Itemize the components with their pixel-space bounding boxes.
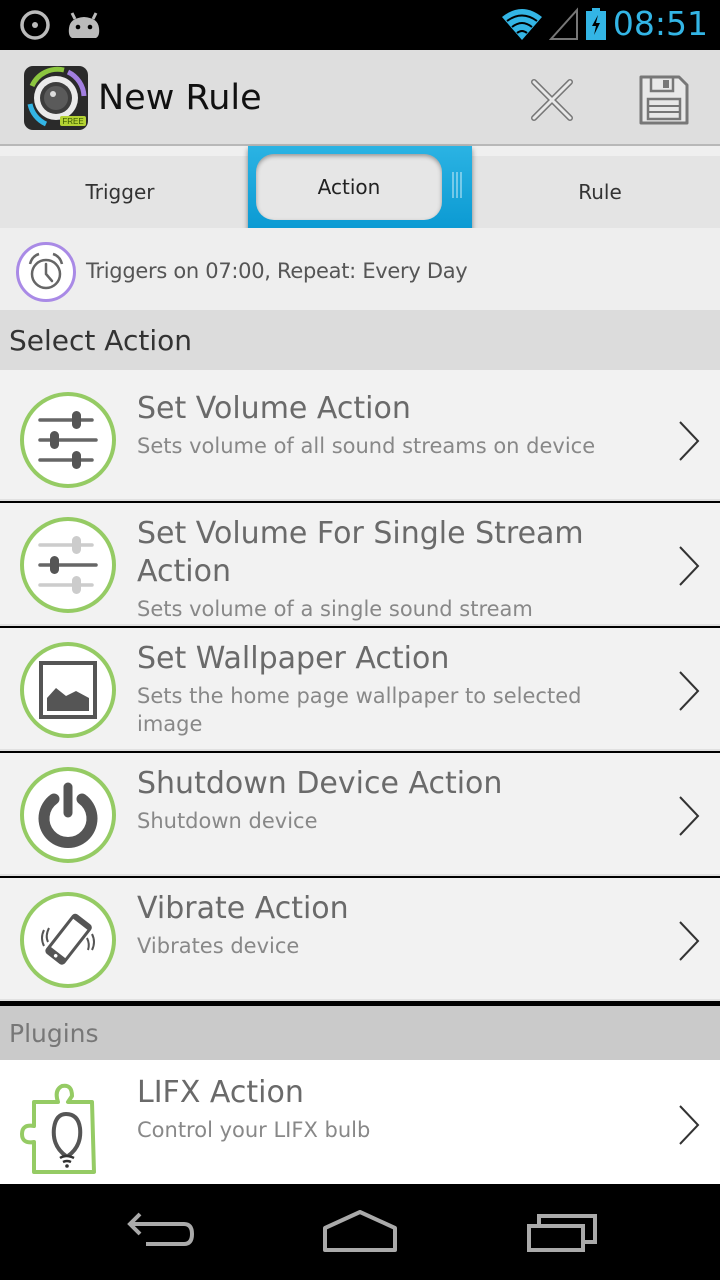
tab-trigger[interactable]: Trigger bbox=[0, 156, 240, 228]
section-header-select-action: Select Action bbox=[0, 310, 720, 370]
save-button[interactable] bbox=[634, 70, 694, 130]
item-subtitle: Sets volume of all sound streams on devi… bbox=[137, 434, 596, 458]
drag-grip-icon bbox=[452, 172, 464, 198]
target-icon bbox=[20, 10, 50, 40]
free-badge: FREE bbox=[62, 117, 83, 126]
android-icon bbox=[68, 12, 100, 38]
close-icon bbox=[531, 79, 573, 121]
action-item-vibrate[interactable]: Vibrate Action Vibrates device bbox=[0, 878, 720, 1001]
section-header-plugins: Plugins bbox=[0, 1006, 720, 1060]
chevron-right-icon bbox=[679, 796, 700, 836]
single-slider-icon bbox=[38, 536, 98, 594]
trigger-summary-text: Triggers on 07:00, Repeat: Every Day bbox=[86, 259, 468, 283]
item-subtitle: Sets volume of a single sound stream bbox=[137, 597, 533, 621]
picture-icon bbox=[39, 661, 97, 719]
icon-badge bbox=[20, 392, 116, 488]
battery-charging-icon bbox=[585, 7, 606, 40]
signal-icon bbox=[548, 6, 578, 40]
navigation-bar bbox=[0, 1184, 720, 1280]
app-logo-icon: FREE bbox=[24, 66, 88, 130]
cancel-button[interactable] bbox=[522, 70, 582, 130]
page-title: New Rule bbox=[98, 78, 262, 118]
power-icon bbox=[38, 782, 98, 848]
list-divider bbox=[0, 370, 720, 378]
icon-badge bbox=[20, 642, 116, 738]
trigger-summary[interactable]: Triggers on 07:00, Repeat: Every Day bbox=[0, 228, 720, 310]
vibrate-phone-icon bbox=[41, 913, 95, 965]
floppy-disk-icon bbox=[639, 75, 689, 125]
recent-apps-icon bbox=[527, 1214, 597, 1252]
item-title: Set Wallpaper Action bbox=[137, 641, 450, 676]
tab-bar: Trigger Action Rule bbox=[0, 146, 720, 232]
item-title: Set Volume For Single Stream Action bbox=[137, 516, 584, 589]
recent-apps-button[interactable] bbox=[518, 1204, 608, 1260]
section-title: Plugins bbox=[9, 1019, 99, 1048]
chevron-right-icon bbox=[679, 1105, 700, 1145]
home-icon bbox=[323, 1210, 397, 1252]
section-title: Select Action bbox=[9, 324, 192, 357]
item-subtitle: Control your LIFX bulb bbox=[137, 1118, 371, 1142]
tab-action[interactable]: Action bbox=[248, 146, 472, 232]
plugin-item-lifx[interactable]: LIFX Action Control your LIFX bulb bbox=[0, 1060, 720, 1184]
wifi-icon bbox=[501, 8, 542, 40]
action-item-set-volume[interactable]: Set Volume Action Sets volume of all sou… bbox=[0, 378, 720, 501]
item-title: Set Volume Action bbox=[137, 391, 411, 426]
home-button[interactable] bbox=[315, 1204, 405, 1260]
item-subtitle: Sets the home page wallpaper to selected… bbox=[137, 684, 582, 736]
item-title: Vibrate Action bbox=[137, 891, 349, 926]
icon-badge bbox=[20, 517, 116, 613]
alarm-clock-icon bbox=[28, 252, 64, 290]
chevron-right-icon bbox=[679, 421, 700, 461]
item-subtitle: Vibrates device bbox=[137, 934, 300, 958]
tab-rule[interactable]: Rule bbox=[480, 156, 720, 228]
item-title: LIFX Action bbox=[137, 1075, 304, 1110]
status-bar: 08:51 bbox=[0, 0, 720, 50]
back-icon bbox=[127, 1212, 194, 1246]
puzzle-bulb-icon bbox=[20, 1083, 96, 1174]
action-bar: FREE New Rule bbox=[0, 50, 720, 146]
tab-action-label: Action bbox=[256, 154, 442, 220]
action-item-set-volume-single[interactable]: Set Volume For Single Stream Action Sets… bbox=[0, 503, 720, 626]
item-title: Shutdown Device Action bbox=[137, 766, 503, 801]
sliders-icon bbox=[38, 411, 98, 469]
icon-badge bbox=[20, 892, 116, 988]
chevron-right-icon bbox=[679, 921, 700, 961]
clock: 08:51 bbox=[612, 4, 708, 43]
action-item-shutdown[interactable]: Shutdown Device Action Shutdown device bbox=[0, 753, 720, 876]
chevron-right-icon bbox=[679, 671, 700, 711]
item-subtitle: Shutdown device bbox=[137, 809, 318, 833]
icon-badge bbox=[20, 767, 116, 863]
back-button[interactable] bbox=[114, 1204, 204, 1260]
action-item-set-wallpaper[interactable]: Set Wallpaper Action Sets the home page … bbox=[0, 628, 720, 751]
chevron-right-icon bbox=[679, 546, 700, 586]
trigger-badge bbox=[16, 242, 76, 302]
